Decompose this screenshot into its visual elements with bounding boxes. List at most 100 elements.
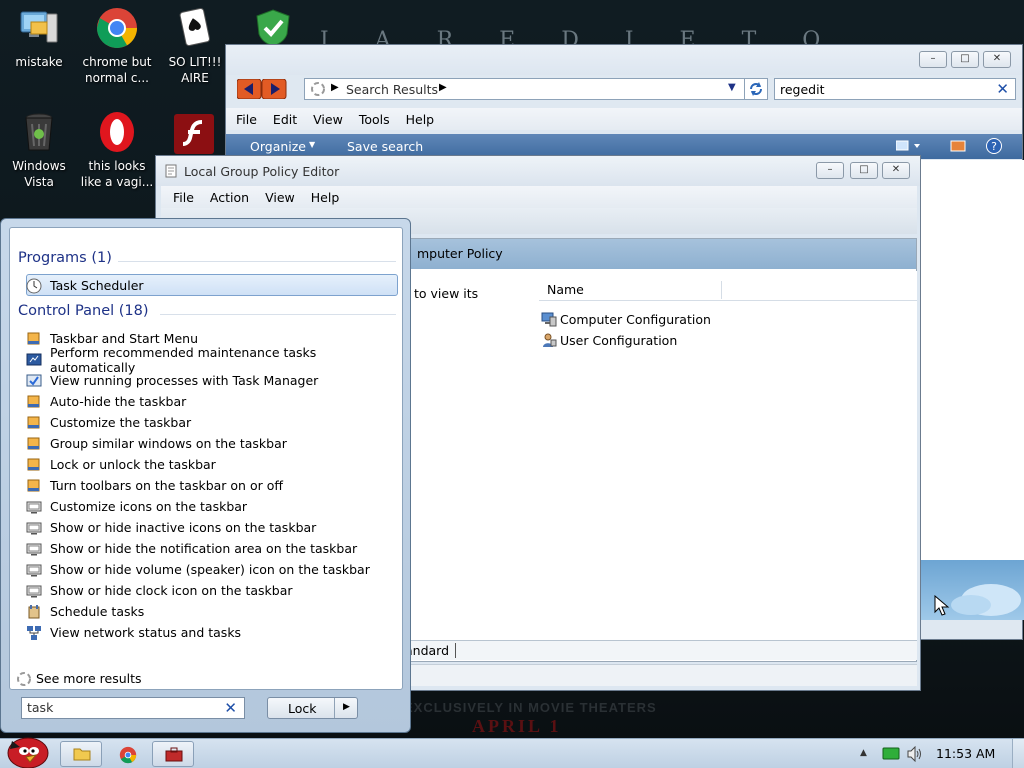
item-label: Task Scheduler (50, 278, 144, 293)
desktop-icon-opera[interactable]: this looks like a vagi... (78, 110, 156, 190)
notification-area-icon (26, 520, 42, 536)
menu-action[interactable]: Action (210, 190, 249, 205)
clear-search-icon[interactable]: ✕ (224, 699, 237, 717)
desktop-icon-solitaire[interactable]: SO LIT!!! AIRE (156, 6, 234, 86)
show-desktop-button[interactable] (1012, 739, 1024, 768)
list-item-user-configuration[interactable]: User Configuration (541, 330, 677, 350)
save-search-button[interactable]: Save search (347, 139, 423, 154)
taskbar-button-explorer[interactable] (60, 741, 102, 767)
menu-help[interactable]: Help (406, 112, 435, 127)
menu-tools[interactable]: Tools (359, 112, 390, 127)
search-results-icon (16, 671, 32, 687)
playing-card-icon (173, 6, 217, 50)
item-label: User Configuration (560, 332, 678, 348)
power-options-arrow-icon[interactable]: ▶ (343, 702, 350, 712)
wallpaper-date: APRIL 1 (472, 716, 562, 736)
taskbar-settings-icon (26, 415, 42, 431)
network-icon[interactable] (882, 747, 900, 764)
see-more-results-link[interactable]: See more results (16, 668, 142, 689)
control-panel-result-item[interactable]: Group similar windows on the taskbar (26, 433, 287, 454)
menu-help[interactable]: Help (311, 190, 340, 205)
control-panel-result-item[interactable]: Customize the taskbar (26, 412, 191, 433)
menu-file[interactable]: File (173, 190, 194, 205)
control-panel-result-item[interactable]: Schedule tasks (26, 601, 144, 622)
taskbar: ▲ 11:53 AM (0, 737, 1024, 768)
preview-pane-icon[interactable] (950, 139, 966, 156)
address-bar[interactable]: ▶ Search Results ▶ ▼ (304, 78, 746, 100)
tab-standard[interactable]: andard (405, 643, 457, 658)
taskbar-settings-icon (26, 331, 42, 347)
program-task-scheduler[interactable]: Task Scheduler (26, 275, 144, 296)
user-configuration-icon (541, 332, 557, 348)
menu-view[interactable]: View (313, 112, 343, 127)
maintenance-icon (26, 352, 42, 368)
close-button[interactable]: ✕ (882, 162, 910, 179)
control-panel-result-item[interactable]: Perform recommended maintenance tasks au… (26, 345, 402, 375)
help-icon[interactable]: ? (985, 137, 1003, 158)
taskbar-settings-icon (26, 457, 42, 473)
gpo-menubar: File Action View Help (161, 186, 917, 208)
minimize-button[interactable]: – (919, 51, 947, 68)
notification-area-icon (26, 562, 42, 578)
close-button[interactable]: ✕ (983, 51, 1011, 68)
control-panel-result-item[interactable]: View running processes with Task Manager (26, 370, 318, 391)
explorer-search-input[interactable]: regedit ✕ (774, 78, 1016, 100)
start-menu-results-panel: Programs (1) Task Scheduler Control Pane… (9, 227, 403, 690)
refresh-icon (745, 82, 767, 102)
control-panel-result-item[interactable]: Show or hide inactive icons on the taskb… (26, 517, 316, 538)
menu-view[interactable]: View (265, 190, 295, 205)
organize-button[interactable]: Organize (250, 139, 306, 154)
breadcrumb-arrow-icon[interactable]: ▶ (439, 82, 447, 93)
taskbar-button-chrome[interactable] (106, 741, 148, 767)
gpo-titlebar[interactable]: Local Group Policy Editor – □ ✕ (156, 156, 920, 186)
gpo-right-pane: Name Computer Configuration User Configu… (529, 271, 917, 651)
clear-search-icon[interactable]: ✕ (996, 80, 1009, 98)
desktop-icon-mistake[interactable]: mistake (0, 6, 78, 70)
mouse-cursor-icon (934, 594, 950, 620)
taskbar-clock[interactable]: 11:53 AM (936, 746, 995, 761)
desktop-icon-flash[interactable] (172, 112, 216, 160)
minimize-button[interactable]: – (816, 162, 844, 179)
maximize-button[interactable]: □ (850, 162, 878, 179)
see-more-label: See more results (36, 671, 142, 686)
taskbar-settings-icon (26, 394, 42, 410)
policy-editor-icon (164, 164, 178, 181)
taskbar-settings-icon (26, 478, 42, 494)
item-label: Turn toolbars on the taskbar on or off (50, 478, 283, 493)
lock-button[interactable]: Lock ▶ (267, 697, 358, 719)
explorer-menubar: File Edit View Tools Help (226, 108, 1022, 130)
views-icon[interactable] (895, 139, 924, 156)
refresh-button[interactable] (744, 78, 768, 100)
control-panel-result-item[interactable]: Turn toolbars on the taskbar on or off (26, 475, 283, 496)
computer-icon (17, 6, 61, 50)
desktop-icon-windows-vista[interactable]: Windows Vista (0, 110, 78, 190)
start-orb-icon[interactable] (2, 731, 54, 768)
control-panel-result-item[interactable]: Lock or unlock the taskbar (26, 454, 216, 475)
taskbar-button-toolbox[interactable] (152, 741, 194, 767)
back-forward-buttons[interactable] (236, 78, 287, 100)
show-hidden-icons-icon[interactable]: ▲ (860, 748, 867, 758)
column-header-name[interactable]: Name (539, 279, 917, 301)
column-name-label: Name (547, 282, 584, 297)
control-panel-result-item[interactable]: Auto-hide the taskbar (26, 391, 186, 412)
menu-edit[interactable]: Edit (273, 112, 297, 127)
svg-text:?: ? (991, 140, 997, 153)
item-label: Customize the taskbar (50, 415, 192, 430)
explorer-content-area (916, 160, 1024, 560)
control-panel-result-item[interactable]: Show or hide clock icon on the taskbar (26, 580, 293, 601)
control-panel-result-item[interactable]: View network status and tasks (26, 622, 241, 643)
gpo-title: Local Group Policy Editor (184, 164, 340, 179)
maximize-button[interactable]: □ (951, 51, 979, 68)
control-panel-result-item[interactable]: Show or hide volume (speaker) icon on th… (26, 559, 370, 580)
start-search-input[interactable]: task ✕ (21, 697, 245, 719)
control-panel-result-item[interactable]: Customize icons on the taskbar (26, 496, 247, 517)
control-panel-result-item[interactable]: Show or hide the notification area on th… (26, 538, 357, 559)
menu-file[interactable]: File (236, 112, 257, 127)
address-dropdown-icon[interactable]: ▼ (728, 82, 736, 93)
desktop-icon-chrome[interactable]: chrome but normal c... (78, 6, 156, 86)
item-label: Schedule tasks (50, 604, 145, 619)
list-item-computer-configuration[interactable]: Computer Configuration (541, 309, 711, 329)
explorer-titlebar[interactable]: – □ ✕ (226, 45, 1022, 75)
volume-icon[interactable] (906, 745, 924, 765)
item-label: Show or hide clock icon on the taskbar (50, 583, 293, 598)
